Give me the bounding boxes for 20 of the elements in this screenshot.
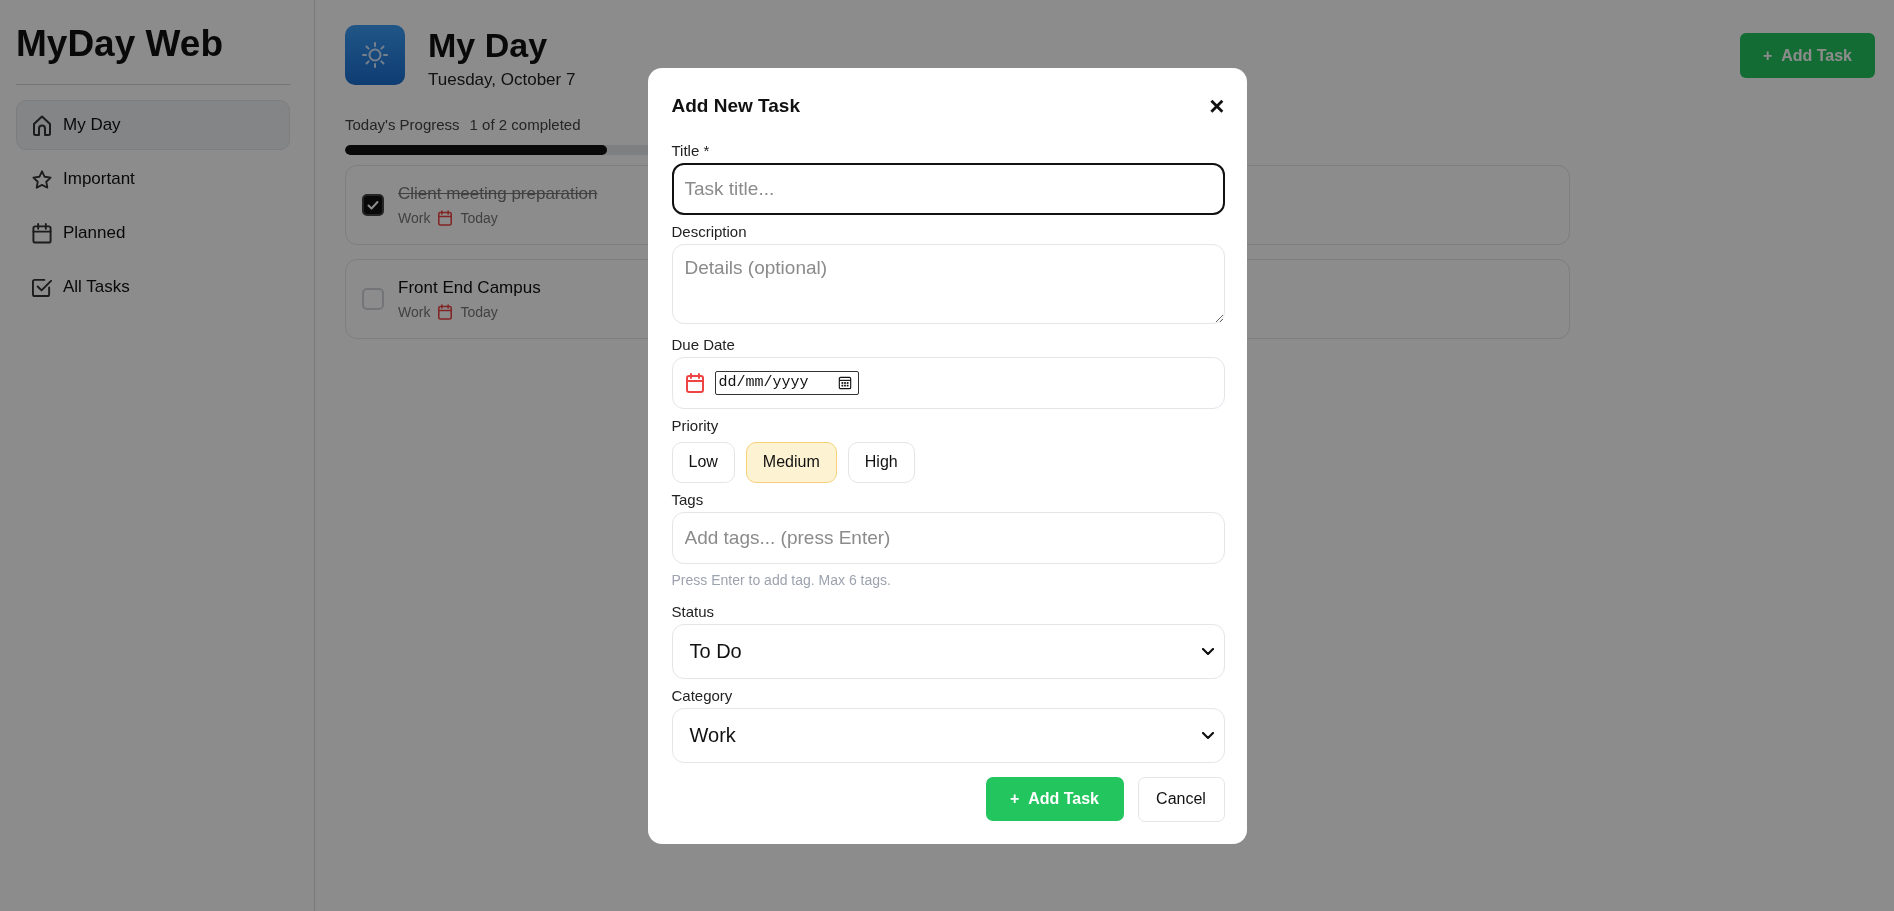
field-label: Title *	[671, 141, 710, 160]
task-category: Work	[398, 303, 431, 321]
task-category: Work	[398, 209, 431, 227]
field-label: Description	[671, 222, 747, 241]
field-label: Priority	[671, 416, 719, 435]
field-label: Tags	[671, 490, 704, 509]
field-label: Status	[671, 602, 715, 621]
date-text: Tuesday, October 7	[428, 69, 576, 91]
hint-text: Press Enter to add tag. Max 6 tags.	[671, 571, 892, 588]
dialog-title: Add New Task	[671, 93, 800, 118]
page-title: My Day	[428, 25, 549, 65]
progress-count: 1 of 2 completed	[469, 115, 581, 135]
due-date-text: Today	[460, 209, 498, 227]
task-title: Client meeting preparation	[398, 183, 598, 205]
app-title: MyDay Web	[16, 22, 224, 66]
due-date-text: Today	[460, 303, 498, 321]
task-title: Front End Campus	[398, 277, 541, 299]
field-label: Category	[671, 686, 733, 705]
field-label: Due Date	[671, 335, 735, 354]
progress-label: Today's Progress	[345, 115, 460, 135]
